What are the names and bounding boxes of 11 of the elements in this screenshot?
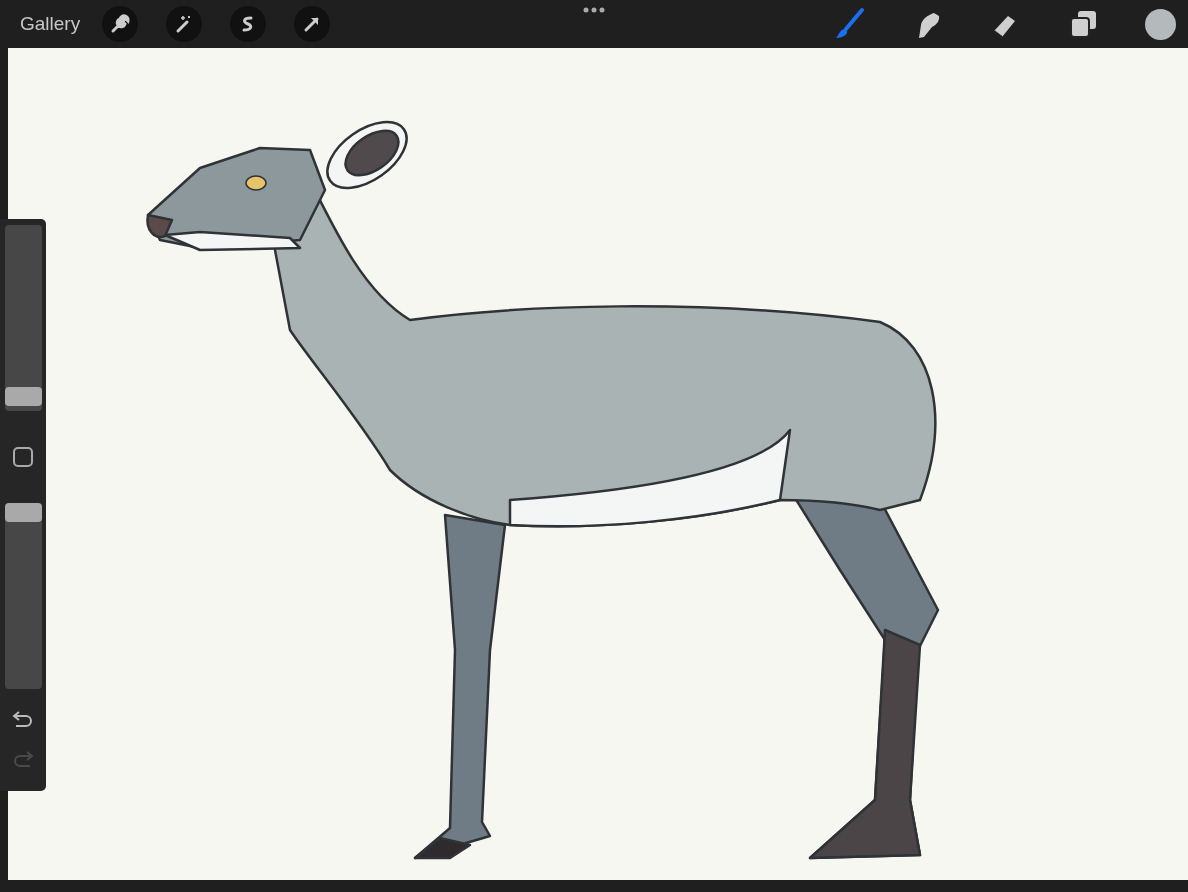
undo-icon[interactable] <box>11 709 35 729</box>
s-curve-icon[interactable] <box>230 6 267 42</box>
more-icon[interactable] <box>582 6 606 14</box>
gallery-button[interactable]: Gallery <box>20 13 81 35</box>
modify-button[interactable] <box>13 447 33 467</box>
slider-thumb[interactable] <box>4 503 42 522</box>
magic-wand-icon[interactable] <box>166 6 203 42</box>
slider-thumb[interactable] <box>4 387 42 406</box>
color-swatch[interactable] <box>1145 8 1176 40</box>
opacity-slider[interactable] <box>4 503 42 689</box>
size-slider[interactable] <box>4 225 42 411</box>
